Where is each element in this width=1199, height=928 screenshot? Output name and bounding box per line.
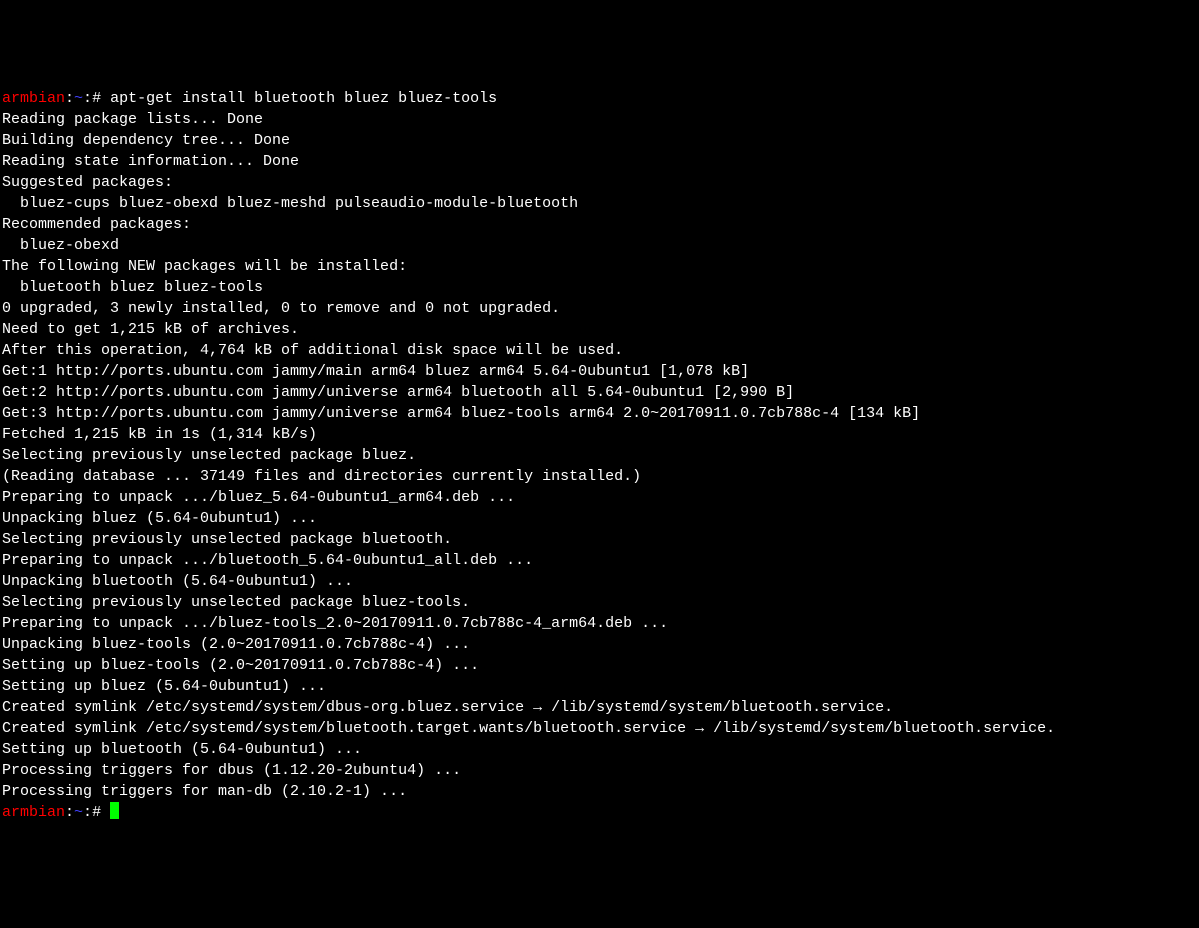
- prompt-host: armbian: [2, 804, 65, 821]
- output-line: Setting up bluez-tools (2.0~20170911.0.7…: [2, 657, 479, 674]
- output-line: Unpacking bluez (5.64-0ubuntu1) ...: [2, 510, 317, 527]
- prompt-path: ~: [74, 804, 83, 821]
- output-line: Unpacking bluetooth (5.64-0ubuntu1) ...: [2, 573, 353, 590]
- output-line: Processing triggers for dbus (1.12.20-2u…: [2, 762, 461, 779]
- prompt-sep1: :: [65, 90, 74, 107]
- prompt-hash: #: [92, 90, 101, 107]
- output-line: (Reading database ... 37149 files and di…: [2, 468, 641, 485]
- output-line: Unpacking bluez-tools (2.0~20170911.0.7c…: [2, 636, 470, 653]
- output-line: The following NEW packages will be insta…: [2, 258, 407, 275]
- prompt-sep2: :: [83, 804, 92, 821]
- output-line: Recommended packages:: [2, 216, 191, 233]
- command-text: apt-get install bluetooth bluez bluez-to…: [110, 90, 497, 107]
- output-line: After this operation, 4,764 kB of additi…: [2, 342, 623, 359]
- output-line: Reading state information... Done: [2, 153, 299, 170]
- output-line: Preparing to unpack .../bluez_5.64-0ubun…: [2, 489, 515, 506]
- prompt-hash: #: [92, 804, 101, 821]
- prompt-line-2: armbian:~:#: [2, 804, 119, 821]
- output-line: Preparing to unpack .../bluetooth_5.64-0…: [2, 552, 533, 569]
- output-line: Selecting previously unselected package …: [2, 447, 416, 464]
- prompt-sep1: :: [65, 804, 74, 821]
- prompt-sep2: :: [83, 90, 92, 107]
- output-line: Selecting previously unselected package …: [2, 594, 470, 611]
- output-line: Setting up bluetooth (5.64-0ubuntu1) ...: [2, 741, 362, 758]
- output-line: Setting up bluez (5.64-0ubuntu1) ...: [2, 678, 326, 695]
- prompt-line-1: armbian:~:# apt-get install bluetooth bl…: [2, 90, 497, 107]
- output-line: bluetooth bluez bluez-tools: [2, 279, 263, 296]
- output-line: Reading package lists... Done: [2, 111, 263, 128]
- output-line: Get:1 http://ports.ubuntu.com jammy/main…: [2, 363, 749, 380]
- cursor-icon: [110, 802, 119, 819]
- output-line: Need to get 1,215 kB of archives.: [2, 321, 299, 338]
- output-line: Processing triggers for man-db (2.10.2-1…: [2, 783, 407, 800]
- output-line: Building dependency tree... Done: [2, 132, 290, 149]
- output-line: Fetched 1,215 kB in 1s (1,314 kB/s): [2, 426, 317, 443]
- terminal-output[interactable]: armbian:~:# apt-get install bluetooth bl…: [2, 88, 1197, 823]
- output-line: Suggested packages:: [2, 174, 173, 191]
- output-line: Created symlink /etc/systemd/system/dbus…: [2, 699, 893, 716]
- prompt-path: ~: [74, 90, 83, 107]
- output-line: 0 upgraded, 3 newly installed, 0 to remo…: [2, 300, 560, 317]
- output-line: bluez-cups bluez-obexd bluez-meshd pulse…: [2, 195, 578, 212]
- output-line: Get:3 http://ports.ubuntu.com jammy/univ…: [2, 405, 920, 422]
- output-line: bluez-obexd: [2, 237, 119, 254]
- output-line: Preparing to unpack .../bluez-tools_2.0~…: [2, 615, 668, 632]
- prompt-host: armbian: [2, 90, 65, 107]
- output-line: Created symlink /etc/systemd/system/blue…: [2, 720, 1055, 737]
- output-line: Selecting previously unselected package …: [2, 531, 452, 548]
- output-line: Get:2 http://ports.ubuntu.com jammy/univ…: [2, 384, 794, 401]
